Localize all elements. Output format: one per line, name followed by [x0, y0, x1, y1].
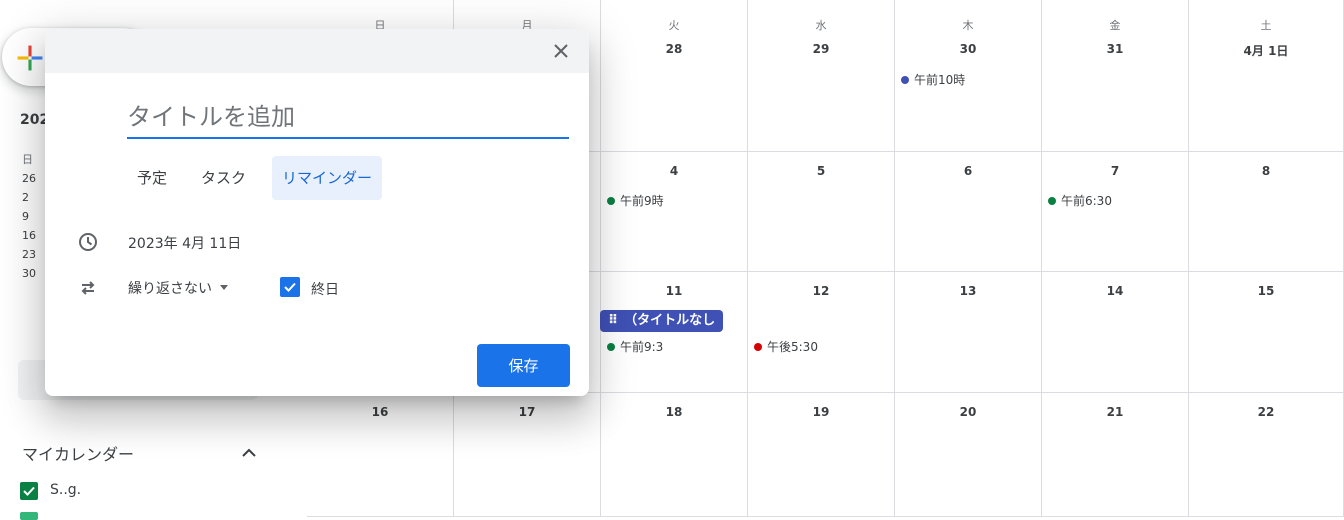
my-calendars-label: マイカレンダー — [22, 445, 135, 464]
day-cell[interactable]: 土 4月 1日 — [1189, 0, 1344, 152]
day-cell[interactable]: 12 午後5:30 — [748, 272, 895, 393]
chevron-up-icon[interactable] — [240, 444, 258, 462]
day-cell[interactable]: 4 午前9時 — [601, 152, 748, 272]
dialog-drag-header[interactable] — [45, 29, 589, 73]
weekday-header: 火 — [668, 19, 680, 32]
quick-create-dialog: 予定 タスク リマインダー 2023年 4月 11日 繰り返さない 終日 保存 — [45, 29, 589, 396]
event-time: 午前6:30 — [1061, 194, 1112, 208]
day-cell[interactable]: 17 — [454, 393, 601, 517]
mini-calendar-day[interactable]: 26 — [22, 169, 36, 188]
weekday-header: 金 — [1109, 19, 1121, 32]
event-color-dot — [901, 76, 909, 84]
event-time: 午前9:3 — [620, 340, 664, 354]
day-number[interactable]: 7 — [1042, 164, 1188, 178]
check-icon — [23, 486, 35, 496]
calendar-checkbox[interactable] — [20, 512, 38, 520]
event-color-dot — [754, 343, 762, 351]
day-cell[interactable]: 14 — [1042, 272, 1189, 393]
day-cell[interactable]: 金 31 — [1042, 0, 1189, 152]
weekday-header: 木 — [962, 19, 974, 32]
weekday-header: 土 — [1260, 19, 1272, 32]
chevron-down-icon — [220, 285, 228, 290]
repeat-dropdown[interactable]: 繰り返さない — [128, 278, 228, 298]
day-number[interactable]: 30 — [895, 42, 1041, 56]
repeat-icon — [81, 281, 95, 295]
day-number[interactable]: 8 — [1189, 164, 1343, 178]
day-number[interactable]: 15 — [1189, 284, 1343, 298]
day-number[interactable]: 21 — [1042, 405, 1188, 419]
event-time: 午前10時 — [914, 73, 966, 87]
mini-calendar-day[interactable]: 30 — [22, 264, 36, 283]
event-time: 午後5:30 — [767, 340, 818, 354]
event-item[interactable]: 午前9:3 — [607, 338, 663, 355]
day-number[interactable]: 18 — [601, 405, 747, 419]
check-icon — [284, 282, 296, 292]
new-event-chip[interactable]: ⠿ （タイトルなし — [600, 310, 724, 332]
event-color-dot — [1048, 197, 1056, 205]
day-number[interactable]: 6 — [895, 164, 1041, 178]
day-cell[interactable]: 22 — [1189, 393, 1344, 517]
event-color-dot — [607, 197, 615, 205]
day-number[interactable]: 17 — [454, 405, 600, 419]
event-color-dot — [607, 343, 615, 351]
event-item[interactable]: 午前9時 — [607, 192, 664, 209]
day-cell[interactable]: 火 28 — [601, 0, 748, 152]
day-cell[interactable]: 13 — [895, 272, 1042, 393]
day-cell[interactable]: 水 29 — [748, 0, 895, 152]
day-cell[interactable]: 11 午前9:3 — [601, 272, 748, 393]
reminder-date[interactable]: 2023年 4月 11日 — [128, 233, 241, 253]
mini-calendar-day[interactable]: 9 — [22, 207, 36, 226]
calendar-name: S..g. — [50, 482, 82, 498]
clock-icon — [79, 233, 97, 251]
day-number[interactable]: 19 — [748, 405, 894, 419]
day-cell[interactable]: 8 — [1189, 152, 1344, 272]
day-number[interactable]: 28 — [601, 42, 747, 56]
mini-calendar-weekday: 日 — [22, 153, 33, 166]
calendar-checkbox[interactable] — [20, 482, 38, 500]
day-number[interactable]: 13 — [895, 284, 1041, 298]
event-item[interactable]: 午後5:30 — [754, 338, 818, 355]
day-cell[interactable]: 18 — [601, 393, 748, 517]
tab-reminder[interactable]: リマインダー — [272, 156, 383, 200]
day-number[interactable]: 29 — [748, 42, 894, 56]
day-number[interactable]: 22 — [1189, 405, 1343, 419]
tab-event[interactable]: 予定 — [127, 156, 177, 200]
event-item[interactable]: 午前6:30 — [1048, 192, 1112, 209]
close-icon[interactable] — [551, 41, 571, 61]
all-day-checkbox[interactable] — [280, 277, 300, 297]
repeat-value: 繰り返さない — [128, 281, 212, 297]
mini-calendar-day[interactable]: 2 — [22, 188, 36, 207]
day-cell[interactable]: 7 午前6:30 — [1042, 152, 1189, 272]
day-number[interactable]: 5 — [748, 164, 894, 178]
weekday-header: 水 — [815, 19, 827, 32]
drag-handle-icon: ⠿ — [608, 313, 619, 328]
day-cell[interactable]: 6 — [895, 152, 1042, 272]
day-number[interactable]: 4 — [601, 164, 747, 178]
title-input[interactable] — [127, 97, 569, 139]
plus-icon — [17, 45, 43, 71]
new-event-title: （タイトルなし — [624, 313, 716, 328]
mini-calendar-day[interactable]: 23 — [22, 245, 36, 264]
day-cell[interactable]: 21 — [1042, 393, 1189, 517]
day-number[interactable]: 16 — [307, 405, 453, 419]
mini-calendar-day[interactable]: 16 — [22, 226, 36, 245]
day-cell[interactable]: 20 — [895, 393, 1042, 517]
day-number[interactable]: 20 — [895, 405, 1041, 419]
event-time: 午前9時 — [620, 194, 664, 208]
all-day-label: 終日 — [311, 282, 339, 298]
mini-calendar-column: 日 26 2 9 16 23 30 — [22, 150, 36, 283]
day-number[interactable]: 11 — [601, 284, 747, 298]
day-cell[interactable]: 15 — [1189, 272, 1344, 393]
day-number[interactable]: 31 — [1042, 42, 1188, 56]
day-number[interactable]: 12 — [748, 284, 894, 298]
day-cell[interactable]: 木 30 午前10時 — [895, 0, 1042, 152]
event-item[interactable]: 午前10時 — [901, 71, 965, 88]
save-button[interactable]: 保存 — [477, 344, 570, 387]
day-number[interactable]: 4月 1日 — [1189, 42, 1343, 59]
day-number[interactable]: 14 — [1042, 284, 1188, 298]
day-cell[interactable]: 16 — [307, 393, 454, 517]
day-cell[interactable]: 19 — [748, 393, 895, 517]
day-cell[interactable]: 5 — [748, 152, 895, 272]
tab-task[interactable]: タスク — [191, 156, 256, 200]
